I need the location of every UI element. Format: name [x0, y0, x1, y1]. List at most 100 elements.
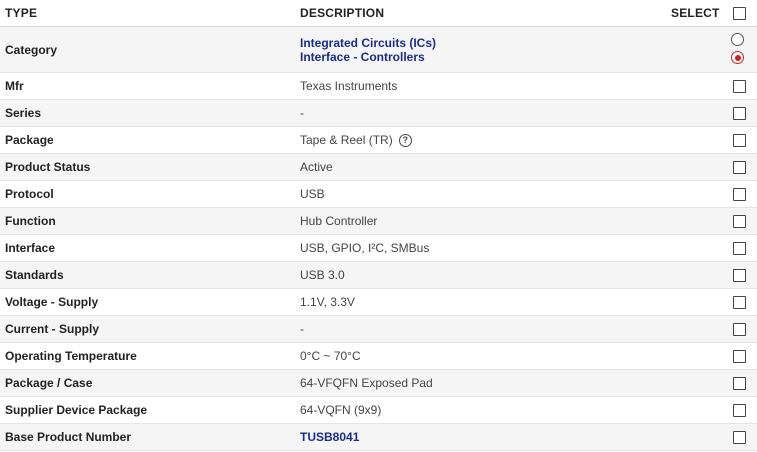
row-type-label: Package [5, 133, 54, 147]
row-description-text: 64-VQFN (9x9) [300, 403, 382, 417]
row-description: - [300, 316, 304, 342]
row-select-cell [733, 343, 746, 369]
row-select-cell [733, 208, 746, 234]
row-type-label: Supplier Device Package [5, 403, 148, 417]
row-type-label: Voltage - Supply [5, 295, 99, 309]
base-product-link[interactable]: TUSB8041 [300, 430, 359, 444]
category-link-controllers[interactable]: Interface - Controllers [300, 50, 436, 64]
row-type-label: Package / Case [5, 376, 93, 390]
table-row: Current - Supply - [0, 316, 757, 343]
header-description: DESCRIPTION [300, 6, 385, 20]
row-description: USB, GPIO, I²C, SMBus [300, 235, 429, 261]
table-row: Package Tape & Reel (TR)? [0, 127, 757, 154]
row-type-label: Operating Temperature [5, 349, 137, 363]
row-type-label: Interface [5, 241, 56, 255]
table-header: TYPE DESCRIPTION SELECT [0, 0, 757, 27]
table-row: Series - [0, 100, 757, 127]
row-description-text: Texas Instruments [300, 79, 398, 93]
category-radio-group [731, 33, 747, 69]
row-type-label: Function [5, 214, 56, 228]
row-description-text: Active [300, 160, 333, 174]
table-row: Voltage - Supply 1.1V, 3.3V [0, 289, 757, 316]
row-type-label: Protocol [5, 187, 54, 201]
row-description: Tape & Reel (TR)? [300, 127, 412, 153]
row-type-label: Current - Supply [5, 322, 100, 336]
row-description-text: USB [300, 187, 325, 201]
header-type: TYPE [5, 6, 38, 20]
row-description: USB 3.0 [300, 262, 345, 288]
header-select: SELECT [671, 6, 720, 20]
row-select-cell [733, 181, 746, 207]
category-link-ics[interactable]: Integrated Circuits (ICs) [300, 36, 436, 50]
select-all-checkbox-cell [733, 0, 746, 26]
row-select-cell [733, 127, 746, 153]
row-select-checkbox[interactable] [733, 349, 746, 363]
radio-controllers[interactable] [731, 51, 744, 64]
row-select-cell [733, 397, 746, 423]
row-description: Texas Instruments [300, 73, 397, 99]
table-row: Interface USB, GPIO, I²C, SMBus [0, 235, 757, 262]
row-description-text: - [300, 106, 304, 120]
row-select-checkbox[interactable] [733, 430, 746, 444]
table-body: Mfr Texas Instruments Series - Package Tape &… [0, 73, 757, 451]
row-type-label: Category [5, 42, 58, 57]
table-row: Product Status Active [0, 154, 757, 181]
table-row: Function Hub Controller [0, 208, 757, 235]
row-type-label: Product Status [5, 160, 91, 174]
row-select-checkbox[interactable] [733, 133, 746, 147]
row-description-text: 64-VFQFN Exposed Pad [300, 376, 433, 390]
row-select-cell [733, 73, 746, 99]
row-description-text: 1.1V, 3.3V [300, 295, 355, 309]
row-select-cell [733, 235, 746, 261]
row-select-cell [733, 424, 746, 450]
row-select-checkbox[interactable] [733, 241, 746, 255]
row-select-checkbox[interactable] [733, 295, 746, 309]
row-select-cell [733, 262, 746, 288]
row-select-checkbox[interactable] [733, 214, 746, 228]
row-description[interactable]: TUSB8041 [300, 424, 359, 450]
table-row-category: Category Integrated Circuits (ICs) Inter… [0, 27, 757, 73]
row-description-text: USB 3.0 [300, 268, 345, 282]
row-type-label: Standards [5, 268, 64, 282]
row-description-text: 0°C ~ 70°C [300, 349, 361, 363]
row-select-checkbox[interactable] [733, 79, 746, 93]
row-select-cell [733, 289, 746, 315]
table-row: Package / Case 64-VFQFN Exposed Pad [0, 370, 757, 397]
row-description: 64-VFQFN Exposed Pad [300, 370, 433, 396]
row-description: 0°C ~ 70°C [300, 343, 361, 369]
row-description: Active [300, 154, 333, 180]
row-description: - [300, 100, 304, 126]
category-description: Integrated Circuits (ICs) Interface - Co… [300, 36, 436, 64]
table-row: Base Product Number TUSB8041 [0, 424, 757, 451]
select-all-checkbox[interactable] [733, 6, 746, 20]
row-select-checkbox[interactable] [733, 268, 746, 282]
row-description-text: - [300, 322, 304, 336]
table-row: Operating Temperature 0°C ~ 70°C [0, 343, 757, 370]
row-select-cell [733, 370, 746, 396]
row-description: 64-VQFN (9x9) [300, 397, 381, 423]
row-type-label: Series [5, 106, 42, 120]
product-attributes-table: TYPE DESCRIPTION SELECT Category Integra… [0, 0, 757, 451]
row-select-checkbox[interactable] [733, 403, 746, 417]
row-description: 1.1V, 3.3V [300, 289, 355, 315]
row-select-cell [733, 316, 746, 342]
table-row: Standards USB 3.0 [0, 262, 757, 289]
row-select-checkbox[interactable] [733, 187, 746, 201]
row-description: USB [300, 181, 325, 207]
row-type-label: Base Product Number [5, 430, 132, 444]
row-type-label: Mfr [5, 79, 24, 93]
row-select-cell [733, 154, 746, 180]
table-row: Supplier Device Package 64-VQFN (9x9) [0, 397, 757, 424]
radio-ics[interactable] [731, 33, 744, 46]
row-select-checkbox[interactable] [733, 376, 746, 390]
row-select-checkbox[interactable] [733, 160, 746, 174]
row-select-cell [733, 100, 746, 126]
table-row: Mfr Texas Instruments [0, 73, 757, 100]
row-select-checkbox[interactable] [733, 106, 746, 120]
row-description-text: USB, GPIO, I²C, SMBus [300, 241, 430, 255]
table-row: Protocol USB [0, 181, 757, 208]
row-description: Hub Controller [300, 208, 377, 234]
row-description-text: Tape & Reel (TR) [300, 133, 393, 147]
question-circle-icon[interactable]: ? [398, 133, 412, 147]
row-select-checkbox[interactable] [733, 322, 746, 336]
